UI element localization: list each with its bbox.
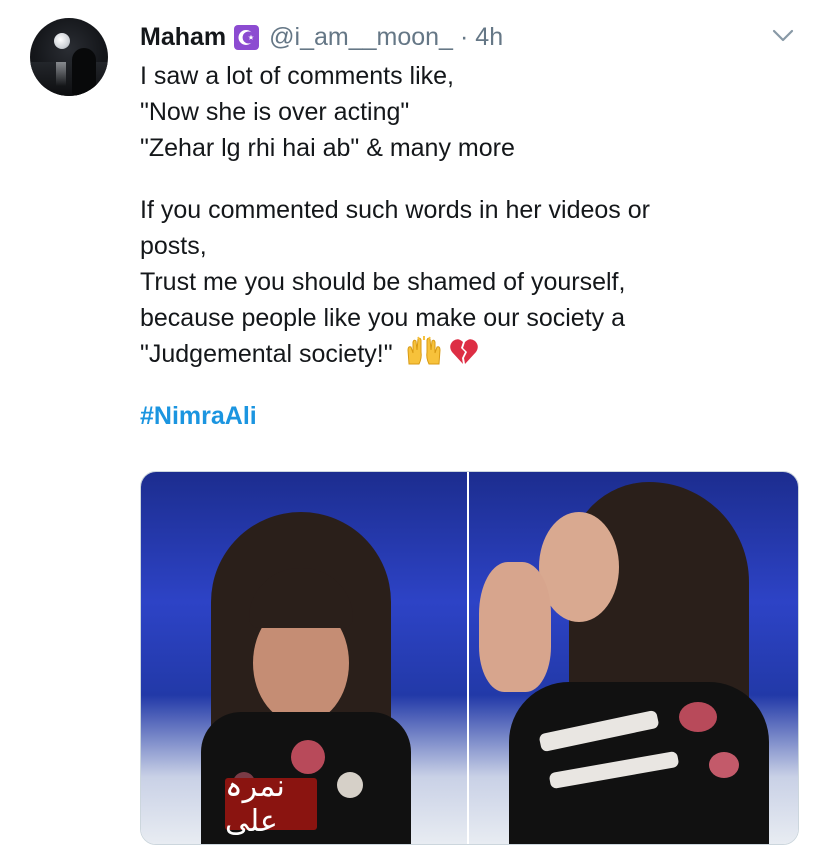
crescent-star-icon (234, 24, 260, 50)
tweet-text-line: "Judgemental society!" (140, 340, 393, 368)
author-name[interactable]: Maham (140, 23, 226, 52)
tweet-text-last-line: "Judgemental society!" (140, 336, 800, 372)
tweet-timestamp[interactable]: 4h (475, 23, 503, 52)
tweet-text-line: "Now she is over acting" (140, 98, 410, 126)
media-caption: نمرہ علی (225, 769, 317, 839)
tweet-text-line: because people like you make our society… (140, 304, 626, 332)
avatar-moon-reflection (56, 62, 66, 86)
tweet-text-line: posts, (140, 232, 207, 260)
tweet-text-line: I saw a lot of comments like, (140, 62, 455, 90)
raising-hands-icon (407, 336, 441, 365)
avatar[interactable] (30, 18, 108, 96)
media-grid[interactable]: نمرہ علی (140, 471, 799, 845)
tweet-text-line: "Zehar lg rhi hai ab" & many more (140, 134, 515, 162)
avatar-moon (54, 33, 70, 49)
media-image-right[interactable] (469, 472, 798, 844)
chevron-down-icon[interactable] (770, 22, 796, 48)
broken-heart-icon (449, 339, 478, 364)
tweet-text: I saw a lot of comments like, "Now she i… (140, 58, 800, 434)
author-handle[interactable]: @i_am__moon_ (269, 23, 453, 52)
avatar-silhouette (72, 48, 96, 96)
tweet-header: Maham @i_am__moon_ · 4h (140, 20, 503, 54)
avatar-horizon (30, 62, 108, 96)
tweet-text-line: Trust me you should be shamed of yoursel… (140, 268, 626, 296)
media-image-left[interactable]: نمرہ علی (141, 472, 467, 844)
header-separator: · (459, 22, 469, 51)
hashtag-link[interactable]: #NimraAli (140, 398, 800, 434)
tweet-text-line: If you commented such words in her video… (140, 196, 650, 224)
